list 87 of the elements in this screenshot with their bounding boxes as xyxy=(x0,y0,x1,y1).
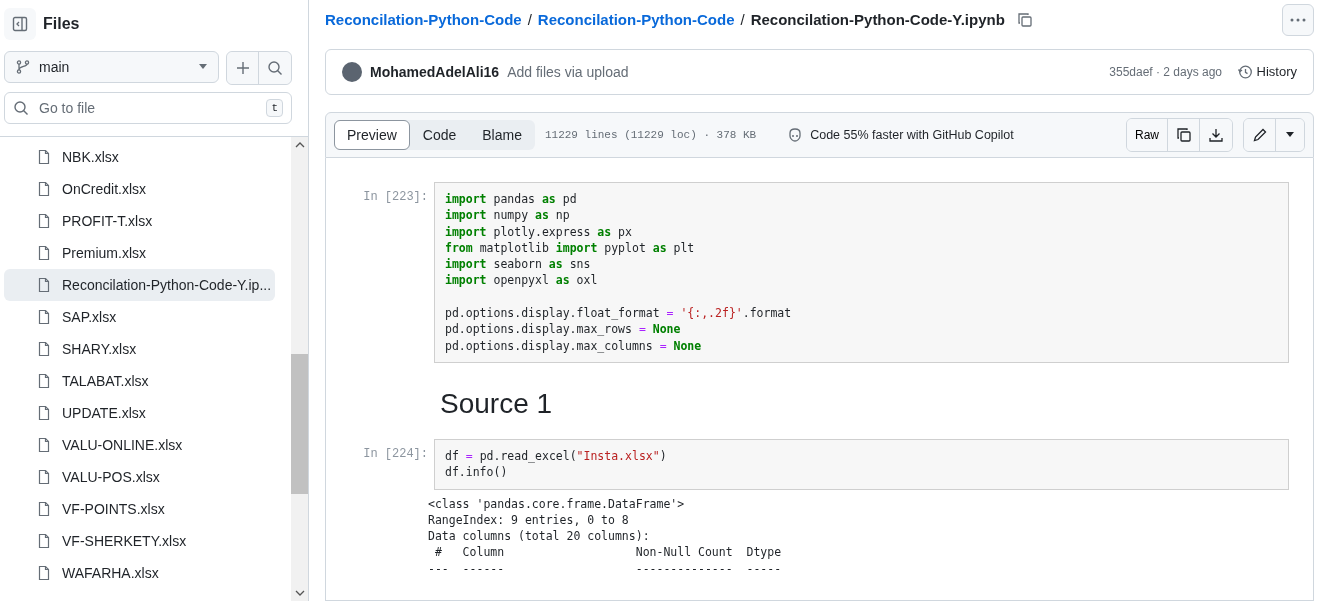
file-item[interactable]: WAFARHA.xlsx xyxy=(4,557,275,589)
copilot-icon xyxy=(787,127,804,143)
view-tab[interactable]: Blame xyxy=(469,120,535,150)
copilot-promo[interactable]: Code 55% faster with GitHub Copilot xyxy=(810,125,1014,145)
plus-icon xyxy=(234,60,251,76)
branch-selector[interactable]: main xyxy=(4,51,219,83)
file-icon xyxy=(36,565,52,581)
file-item[interactable]: Reconcilation-Python-Code-Y.ip... xyxy=(4,269,275,301)
shortcut-key: t xyxy=(266,98,283,118)
file-info: 11229 lines (11229 loc) · 378 KB xyxy=(544,127,757,143)
file-icon xyxy=(36,533,52,549)
author-link[interactable]: MohamedAdelAli16 xyxy=(370,61,500,83)
file-icon xyxy=(36,469,52,485)
commit-meta: 355daef · 2 days ago xyxy=(1109,64,1223,81)
caret-icon xyxy=(1285,132,1295,138)
markdown-heading: Source 1 xyxy=(439,386,554,421)
breadcrumb-link[interactable]: Reconcilation-Python-Code xyxy=(537,8,735,32)
code-line: import numpy as np xyxy=(445,207,571,224)
file-item[interactable]: SAP.xlsx xyxy=(4,301,275,333)
code-line: pd.options.display.max_rows = None xyxy=(445,321,682,338)
scrollbar[interactable] xyxy=(291,137,308,601)
add-file-button[interactable] xyxy=(227,52,259,84)
code-line: import openpyxl as oxl xyxy=(445,272,599,289)
code-line: df = pd.read_excel("Insta.xlsx") xyxy=(445,447,668,465)
file-item[interactable]: Premium.xlsx xyxy=(4,237,275,269)
collapse-sidebar-button[interactable] xyxy=(4,8,36,40)
breadcrumb-link[interactable]: Reconcilation-Python-Code xyxy=(325,8,522,32)
file-item[interactable]: VF-POINTS.xlsx xyxy=(4,493,275,525)
code-line: df.info() xyxy=(445,464,509,481)
file-icon xyxy=(36,149,52,165)
breadcrumb-separator: / xyxy=(740,9,745,30)
file-item[interactable]: VALU-POS.xlsx xyxy=(4,461,275,493)
copy-icon xyxy=(1175,127,1192,143)
output-line: --- ------ -------------- ----- xyxy=(428,560,783,578)
branch-icon xyxy=(15,59,31,75)
file-item[interactable]: VALU-ONLINE.xlsx xyxy=(4,429,275,461)
output-line: RangeIndex: 9 entries, 0 to 8 xyxy=(428,511,630,529)
output-line: <class 'pandas.core.frame.DataFrame'> xyxy=(428,495,686,512)
code-line: import plotly.express as px xyxy=(445,223,633,240)
view-tab[interactable]: Code xyxy=(409,120,470,150)
cell-prompt: In [224]: xyxy=(362,445,429,463)
code-line: import pandas as pd xyxy=(445,191,578,208)
file-item[interactable]: UPDATE.xlsx xyxy=(4,397,275,429)
code-line: from matplotlib import pyplot as plt xyxy=(445,239,696,257)
file-item[interactable]: NBK.xlsx xyxy=(4,141,275,173)
ellipsis-icon xyxy=(1290,18,1306,22)
code-line: pd.options.display.float_format = '{:,.2f}'.format xyxy=(445,305,793,322)
file-icon xyxy=(36,213,52,229)
file-icon xyxy=(36,373,52,389)
sidebar-icon xyxy=(12,16,28,32)
file-icon xyxy=(36,437,52,453)
code-line: import seaborn as sns xyxy=(445,256,592,273)
caret-icon xyxy=(198,64,208,70)
file-item[interactable]: VF-SHERKETY.xlsx xyxy=(4,525,275,557)
file-icon xyxy=(36,309,52,325)
output-line: # Column Non-Null Count Dtype xyxy=(433,544,783,561)
cell-prompt: In [223]: xyxy=(362,189,429,206)
download-icon xyxy=(1208,127,1224,143)
edit-button[interactable] xyxy=(1244,119,1276,151)
history-link[interactable]: History xyxy=(1237,62,1297,82)
file-icon xyxy=(36,501,52,517)
raw-button[interactable]: Raw xyxy=(1127,119,1168,151)
file-icon xyxy=(36,181,52,197)
scroll-down-icon[interactable] xyxy=(294,589,305,597)
breadcrumb-separator: / xyxy=(527,9,532,30)
file-name: Reconcilation-Python-Code-Y.ipynb xyxy=(750,9,1005,30)
avatar xyxy=(342,62,362,82)
sidebar-title: Files xyxy=(43,14,80,34)
search-icon xyxy=(13,100,29,116)
file-item[interactable]: OnCredit.xlsx xyxy=(4,173,275,205)
go-to-file-field[interactable]: Go to file t xyxy=(4,92,292,124)
view-tab[interactable]: Preview xyxy=(334,120,410,150)
pencil-icon xyxy=(1251,127,1268,143)
copy-path-icon[interactable] xyxy=(1016,12,1033,28)
file-icon xyxy=(36,245,52,261)
file-item[interactable]: PROFIT-T.xlsx xyxy=(4,205,275,237)
file-icon xyxy=(36,405,52,421)
search-icon xyxy=(267,60,283,76)
commit-message: Add files via upload xyxy=(507,62,629,82)
file-icon xyxy=(36,277,52,293)
scroll-up-icon[interactable] xyxy=(294,141,305,149)
file-item[interactable]: SHARY.xlsx xyxy=(4,333,275,365)
output-line: Data columns (total 20 columns): xyxy=(428,528,651,545)
file-icon xyxy=(36,341,52,357)
file-item[interactable]: TALABAT.xlsx xyxy=(4,365,275,397)
history-icon xyxy=(1237,64,1254,80)
code-line: pd.options.display.max_columns = None xyxy=(445,337,703,354)
